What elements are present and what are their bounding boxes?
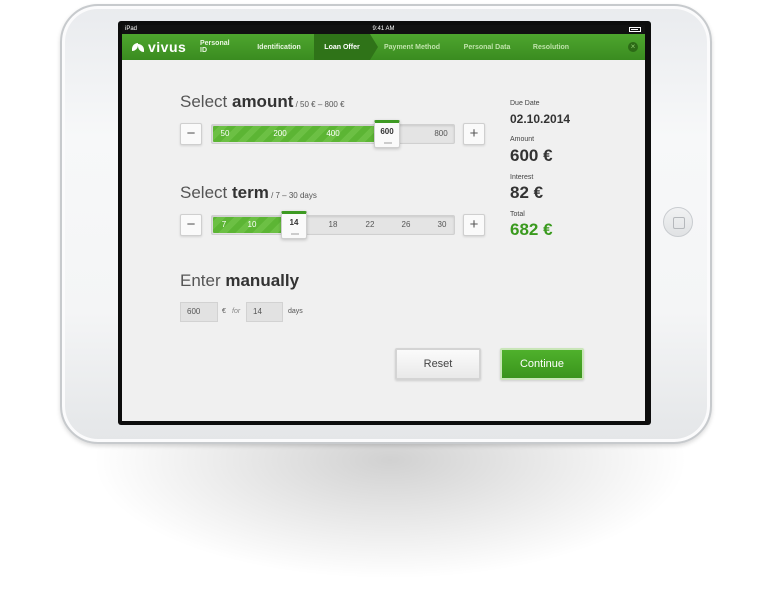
step-label: Payment Method xyxy=(383,43,440,51)
heading-bold: amount xyxy=(231,92,294,111)
amount-tick: 200 xyxy=(273,129,287,138)
amount-range: / 50 € – 800 € xyxy=(293,100,345,109)
term-tick: 26 xyxy=(401,220,411,229)
step-payment-method[interactable]: Payment Method xyxy=(370,34,454,60)
step-label: Identification xyxy=(257,43,301,51)
step-navbar: vivus Personal ID Identification Loan Of… xyxy=(122,34,645,60)
currency-label: € xyxy=(222,308,226,315)
status-bar: iPad 9:41 AM xyxy=(122,25,645,34)
term-slider-handle[interactable]: 14 xyxy=(281,211,307,239)
step-personal-data[interactable]: Personal Data xyxy=(454,34,520,60)
continue-button[interactable]: Continue xyxy=(500,348,584,380)
manual-heading: Enter manually xyxy=(180,271,299,291)
step-identification[interactable]: Identification xyxy=(244,34,314,60)
amount-slider[interactable]: 50 200 400 800 xyxy=(211,124,455,144)
term-tick: 7 xyxy=(221,220,227,229)
step-label: Loan Offer xyxy=(324,43,360,51)
manual-amount-input[interactable]: 600 xyxy=(180,302,218,322)
amount-tick: 400 xyxy=(326,129,340,138)
term-decrease-button[interactable]: − xyxy=(180,214,202,236)
heading-light: Select xyxy=(180,92,232,111)
term-slider[interactable]: 7 10 18 22 26 30 xyxy=(211,215,455,235)
term-tick: 30 xyxy=(437,220,447,229)
manual-days-input[interactable]: 14 xyxy=(246,302,283,322)
home-button xyxy=(663,207,693,237)
heading-bold: term xyxy=(231,183,269,202)
step-resolution[interactable]: Resolution xyxy=(520,34,582,60)
term-tick: 22 xyxy=(365,220,375,229)
heading-light: Enter xyxy=(180,271,226,290)
step-personal-id[interactable]: Personal ID xyxy=(192,34,244,60)
step-label: Personal Data xyxy=(463,43,511,51)
interest-value: 82 € xyxy=(510,183,544,202)
term-tick: 18 xyxy=(328,220,338,229)
heading-light: Select xyxy=(180,183,232,202)
leaf-logo-icon xyxy=(132,42,145,52)
battery-icon xyxy=(629,27,641,32)
reset-button[interactable]: Reset xyxy=(395,348,481,380)
due-date-value: 02.10.2014 xyxy=(510,112,571,126)
close-icon[interactable]: × xyxy=(628,42,638,52)
days-label: days xyxy=(288,308,303,315)
amount-tick: 800 xyxy=(434,129,448,138)
interest-label: Interest xyxy=(510,174,534,181)
amount-increase-button[interactable]: + xyxy=(463,123,485,145)
brand-logo[interactable]: vivus xyxy=(122,39,192,55)
term-tick: 10 xyxy=(247,220,257,229)
amount-value: 600 € xyxy=(510,146,553,165)
total-value: 682 € xyxy=(510,220,553,239)
amount-label: Amount xyxy=(510,136,535,143)
term-range: / 7 – 30 days xyxy=(268,191,317,200)
term-heading: Select term / 7 – 30 days xyxy=(180,183,317,203)
due-date-label: Due Date xyxy=(510,100,540,107)
step-label: Resolution xyxy=(532,43,570,51)
heading-bold: manually xyxy=(225,271,300,290)
term-increase-button[interactable]: + xyxy=(463,214,485,236)
wizard-steps: Personal ID Identification Loan Offer Pa… xyxy=(192,34,645,60)
clock: 9:41 AM xyxy=(372,26,395,32)
step-label: Personal ID xyxy=(200,40,230,54)
device-shadow xyxy=(90,430,690,580)
amount-decrease-button[interactable]: − xyxy=(180,123,202,145)
product-mockup: iPad 9:41 AM vivus Personal ID Identific… xyxy=(0,0,770,593)
total-label: Total xyxy=(510,211,525,218)
loan-offer-form: Select amount / 50 € – 800 € − 50 200 40… xyxy=(122,60,645,421)
app-screen: iPad 9:41 AM vivus Personal ID Identific… xyxy=(122,25,645,421)
amount-slider-handle[interactable]: 600 xyxy=(374,120,400,148)
for-label: for xyxy=(232,308,241,315)
amount-heading: Select amount / 50 € – 800 € xyxy=(180,92,345,112)
step-loan-offer[interactable]: Loan Offer xyxy=(314,34,378,60)
amount-tick: 50 xyxy=(220,129,230,138)
brand-name: vivus xyxy=(148,39,187,55)
